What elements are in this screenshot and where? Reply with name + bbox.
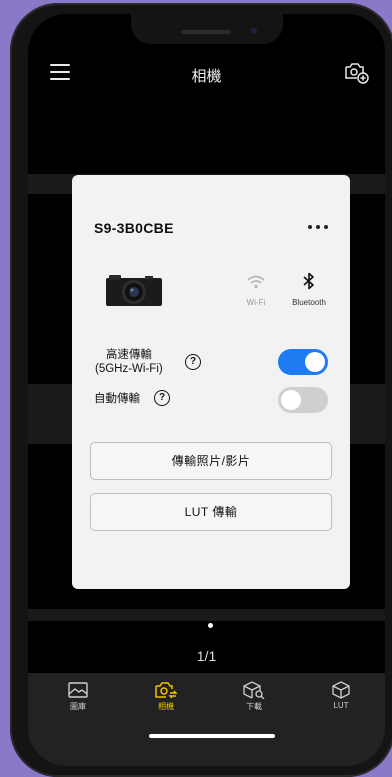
wifi-icon — [247, 275, 265, 289]
auto-transfer-label: 自動傳輸 — [94, 393, 140, 405]
background-band — [28, 609, 385, 621]
lut-cube-icon — [332, 681, 350, 699]
toggle-knob — [305, 352, 325, 372]
transfer-photos-button[interactable]: 傳輸照片/影片 — [90, 442, 332, 480]
auto-transfer-toggle[interactable] — [278, 387, 328, 413]
bluetooth-status: Bluetooth — [284, 272, 334, 307]
tab-camera[interactable]: 相機 — [136, 681, 196, 712]
tab-gallery[interactable]: 圖庫 — [48, 681, 108, 712]
speaker — [181, 30, 231, 34]
tab-download[interactable]: 下載 — [224, 681, 284, 712]
download-search-icon — [243, 681, 265, 699]
bluetooth-icon — [303, 272, 314, 290]
wifi-status: Wi-Fi — [244, 274, 268, 307]
wifi-label: Wi-Fi — [246, 298, 266, 307]
phone-frame: 相機 S9-3B0CBE Wi-Fi Bluetooth 高速傳輸 (5GHz-… — [10, 3, 392, 777]
toggle-knob — [281, 390, 301, 410]
camera-card: S9-3B0CBE Wi-Fi Bluetooth 高速傳輸 (5GHz-Wi-… — [72, 175, 350, 589]
camera-sync-icon — [155, 682, 178, 699]
tab-label: LUT — [333, 701, 349, 710]
camera-name: S9-3B0CBE — [94, 220, 174, 236]
tab-label: 相機 — [158, 702, 174, 711]
camera-add-icon[interactable] — [344, 60, 370, 84]
notch — [131, 14, 283, 44]
help-icon[interactable]: ? — [185, 354, 201, 370]
tab-label: 圖庫 — [70, 702, 86, 711]
home-indicator[interactable] — [149, 734, 275, 738]
help-icon[interactable]: ? — [154, 390, 170, 406]
tab-lut[interactable]: LUT — [311, 681, 371, 710]
page-indicator-dot — [208, 623, 213, 628]
lut-transfer-button[interactable]: LUT 傳輸 — [90, 493, 332, 531]
page-title: 相機 — [191, 68, 222, 85]
tab-bar: 圖庫 相機 下載 LUT — [28, 673, 385, 766]
high-speed-label: 高速傳輸 (5GHz-Wi-Fi) — [95, 349, 163, 375]
high-speed-toggle[interactable] — [278, 349, 328, 375]
gallery-icon — [68, 682, 88, 698]
top-bar: 相機 — [28, 52, 385, 92]
more-dots-icon[interactable] — [306, 219, 330, 235]
camera-image — [106, 275, 162, 306]
bluetooth-label: Bluetooth — [292, 298, 326, 307]
page-count: 1/1 — [196, 648, 217, 664]
front-camera — [251, 28, 257, 34]
tab-label: 下載 — [246, 702, 262, 711]
screen: 相機 S9-3B0CBE Wi-Fi Bluetooth 高速傳輸 (5GHz-… — [28, 14, 385, 766]
